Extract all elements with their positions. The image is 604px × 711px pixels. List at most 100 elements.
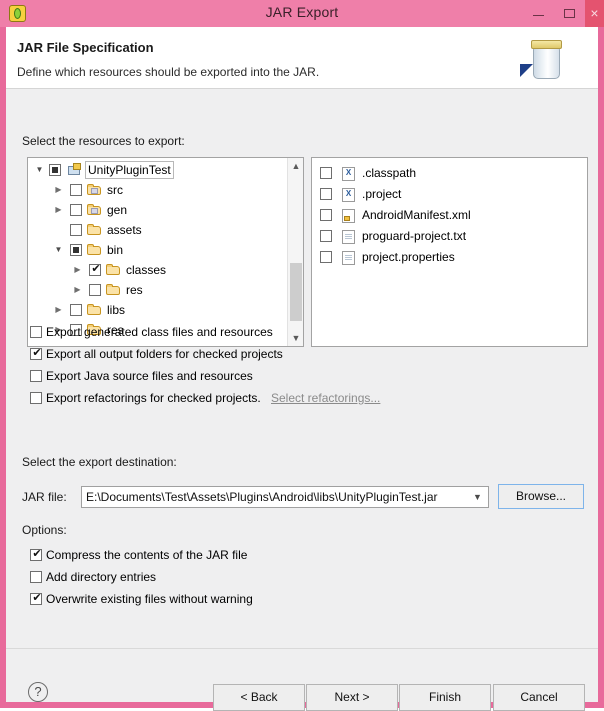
checkbox-box[interactable] [30, 546, 43, 562]
resources-label: Select the resources to export: [22, 134, 185, 148]
tree-checkbox[interactable] [70, 304, 82, 316]
scroll-down-icon[interactable]: ▼ [288, 330, 303, 346]
back-button[interactable]: < Back [213, 684, 305, 711]
destination-label: Select the export destination: [22, 455, 177, 469]
tree-checkbox[interactable] [49, 164, 61, 176]
tree-row[interactable]: ▶ src [28, 180, 288, 200]
export-arrow-icon [520, 64, 533, 77]
twisty-closed-icon[interactable]: ▶ [72, 280, 83, 300]
java-project-icon [66, 163, 82, 177]
tree-checkbox[interactable] [89, 284, 101, 296]
resource-tree[interactable]: ▼ UnityPluginTest ▶ src ▶ gen assets ▼ b… [27, 157, 304, 347]
tree-row[interactable]: ▶ gen [28, 200, 288, 220]
twisty-closed-icon[interactable]: ▶ [53, 300, 64, 320]
jar-lid-shape [531, 40, 562, 49]
twisty-closed-icon[interactable]: ▶ [53, 180, 64, 200]
file-name: .classpath [362, 166, 417, 180]
checkbox-box[interactable] [30, 590, 43, 606]
jar-icon [520, 33, 568, 85]
window-title: JAR Export [265, 4, 339, 20]
file-name: AndroidManifest.xml [362, 208, 471, 222]
tree-row-label: src [107, 183, 123, 197]
file-checkbox[interactable] [320, 230, 332, 242]
close-button[interactable]: × [585, 0, 604, 27]
cancel-button[interactable]: Cancel [493, 684, 585, 711]
tree-checkbox[interactable] [70, 224, 82, 236]
minimize-icon [533, 15, 544, 16]
checkbox-label: Export all output folders for checked pr… [46, 347, 283, 361]
help-icon[interactable]: ? [28, 682, 48, 702]
checkbox-box[interactable] [30, 571, 42, 583]
tree-row-label: UnityPluginTest [85, 161, 174, 179]
jar-export-window: JAR Export × JAR File Specification Defi… [0, 0, 604, 711]
twisty-open-icon[interactable]: ▼ [34, 160, 45, 180]
tree-row-label: res [126, 283, 143, 297]
tree-checkbox[interactable] [89, 261, 102, 277]
scroll-up-icon[interactable]: ▲ [288, 158, 303, 174]
tree-row-label: gen [107, 203, 128, 217]
dialog-header-banner: JAR File Specification Define which reso… [6, 27, 598, 89]
folder-icon [106, 284, 121, 296]
options-label: Options: [22, 523, 67, 537]
file-checkbox[interactable] [320, 209, 332, 221]
twisty-open-icon[interactable]: ▼ [53, 240, 64, 260]
tree-row-label: libs [107, 303, 126, 317]
tree-row[interactable]: ▶ res [28, 280, 288, 300]
finish-button[interactable]: Finish [399, 684, 491, 711]
checkbox-box[interactable] [30, 370, 42, 382]
file-name: .project [362, 187, 402, 201]
page-subtitle: Define which resources should be exporte… [17, 65, 320, 79]
checkbox-label: Compress the contents of the JAR file [46, 548, 248, 562]
maximize-button[interactable] [554, 0, 585, 27]
tree-row[interactable]: ▶ classes [28, 260, 288, 280]
tree-row[interactable]: ▼ bin [28, 240, 288, 260]
text-file-icon [342, 230, 355, 244]
checkbox-label: Export refactorings for checked projects… [46, 391, 261, 405]
folder-icon [87, 224, 102, 236]
android-xml-icon [342, 209, 355, 223]
file-checkbox[interactable] [320, 251, 332, 263]
checkbox-label: Add directory entries [46, 570, 157, 584]
next-button[interactable]: Next > [306, 684, 398, 711]
xml-file-icon [342, 187, 355, 202]
tree-row[interactable]: ▶ libs [28, 300, 288, 320]
folder-icon [87, 244, 102, 256]
tree-scrollbar[interactable]: ▲ ▼ [287, 158, 303, 346]
jar-body-shape [533, 47, 560, 79]
scrollbar-thumb[interactable] [290, 263, 302, 321]
jar-file-combo[interactable]: E:\Documents\Test\Assets\Plugins\Android… [81, 486, 489, 508]
folder-icon [106, 264, 121, 276]
tree-row[interactable]: ▼ UnityPluginTest [28, 160, 288, 180]
close-icon: × [590, 5, 599, 21]
select-refactorings-link[interactable]: Select refactorings... [271, 389, 380, 407]
tree-row[interactable]: assets [28, 220, 288, 240]
checkbox-box[interactable] [30, 326, 42, 338]
tree-row-label: assets [107, 223, 142, 237]
file-checkbox[interactable] [320, 167, 332, 179]
twisty-closed-icon[interactable]: ▶ [53, 200, 64, 220]
jar-file-value: E:\Documents\Test\Assets\Plugins\Android… [86, 490, 438, 504]
text-file-icon [342, 251, 355, 265]
chevron-down-icon[interactable]: ▼ [469, 487, 486, 507]
dialog-body: JAR File Specification Define which reso… [6, 27, 598, 711]
page-title: JAR File Specification [17, 40, 154, 55]
file-name: proguard-project.txt [362, 229, 467, 243]
xml-file-icon [342, 166, 355, 181]
file-checkbox[interactable] [320, 188, 332, 200]
package-folder-icon [87, 204, 102, 216]
browse-button[interactable]: Browse... [498, 484, 584, 509]
tree-checkbox[interactable] [70, 244, 82, 256]
package-folder-icon [87, 184, 102, 196]
title-bar: JAR Export × [0, 0, 604, 27]
tree-row-label: bin [107, 243, 124, 257]
resource-file-list[interactable]: .classpath .project AndroidManifest.xml … [311, 157, 588, 347]
checkbox-box[interactable] [30, 345, 43, 361]
maximize-icon [564, 9, 575, 18]
twisty-closed-icon[interactable]: ▶ [72, 260, 83, 280]
tree-checkbox[interactable] [70, 204, 82, 216]
tree-checkbox[interactable] [70, 184, 82, 196]
minimize-button[interactable] [523, 0, 554, 27]
checkbox-box[interactable] [30, 392, 42, 404]
checkbox-label: Export generated class files and resourc… [46, 325, 273, 339]
checkbox-label: Overwrite existing files without warning [46, 592, 253, 606]
